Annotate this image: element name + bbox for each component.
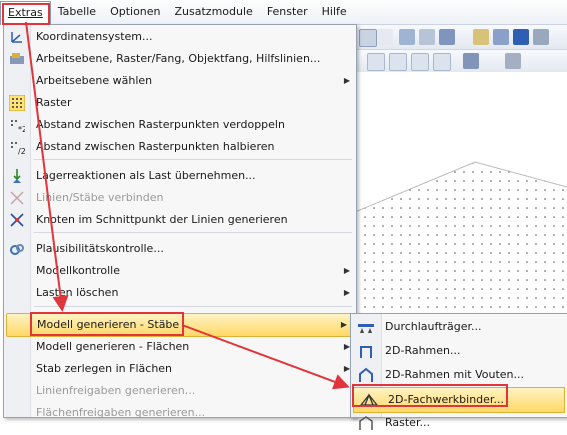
menu-item-lasten-loeschen[interactable]: Lasten löschen ▶ <box>4 282 356 304</box>
support-reactions-icon <box>13 169 21 183</box>
intersection-nodes-icon <box>10 213 24 227</box>
submenu-item-label: Raster... <box>385 416 430 429</box>
toolbar-snap-icon[interactable] <box>493 29 509 45</box>
menu-separator <box>34 159 352 160</box>
toolbar-xxx-icon[interactable] <box>377 29 393 45</box>
menu-item-label: Koordinatensystem... <box>36 30 153 43</box>
menu-item-label: Modell generieren - Stäbe <box>37 318 180 331</box>
menu-item-label: Lagerreaktionen als Last übernehmen... <box>36 169 256 182</box>
menu-item-linien-verbinden: Linien/Stäbe verbinden <box>4 187 356 209</box>
menu-item-stab-zerlegen[interactable]: Stab zerlegen in Flächen ▶ <box>4 358 356 380</box>
toolbar-row-2 <box>355 50 567 73</box>
submenu-item-label: 2D-Rahmen... <box>385 344 461 357</box>
submenu-item-durchlauftraeger[interactable]: Durchlaufträger... <box>351 315 567 339</box>
menu-item-label: Modell generieren - Flächen <box>36 340 190 353</box>
submenu-item-label: Durchlaufträger... <box>385 320 482 333</box>
menu-optionen[interactable]: Optionen <box>103 0 167 24</box>
continuous-beam-icon <box>358 324 374 333</box>
grid-icon <box>9 95 25 111</box>
toolbar-tool-icon[interactable] <box>359 29 377 47</box>
menu-item-label: Plausibilitätskontrolle... <box>36 242 164 255</box>
submenu-item-2d-fachwerkbinder[interactable]: 2D-Fachwerkbinder... <box>353 387 565 413</box>
view-x-icon[interactable] <box>367 53 385 71</box>
frame-haunch-icon <box>359 367 373 382</box>
menu-separator <box>34 306 352 307</box>
rotate-view-icon[interactable] <box>463 53 479 69</box>
menu-item-label: Raster <box>36 96 72 109</box>
menu-item-label: Arbeitsebene wählen <box>36 74 153 87</box>
submenu-item-label: 2D-Fachwerkbinder... <box>388 393 504 406</box>
menu-item-label: Abstand zwischen Rasterpunkten verdoppel… <box>36 118 285 131</box>
menu-item-arbeitsebene-waehlen[interactable]: Arbeitsebene wählen ▶ <box>4 70 356 92</box>
grid-structure-icon <box>359 416 373 430</box>
submenu-arrow-icon: ▶ <box>343 288 350 297</box>
frame-2d-icon <box>360 346 372 358</box>
menu-item-plausibilitaet[interactable]: Plausibilitätskontrolle... <box>4 238 356 260</box>
menu-item-arbeitsebene-raster[interactable]: Arbeitsebene, Raster/Fang, Objektfang, H… <box>4 48 356 70</box>
menu-item-label: Arbeitsebene, Raster/Fang, Objektfang, H… <box>36 52 321 65</box>
extras-menu: Koordinatensystem... Arbeitsebene, Raste… <box>3 24 357 419</box>
truss-icon <box>360 393 378 406</box>
toolbar-render-icon[interactable] <box>439 29 455 45</box>
submenu-item-label: 2D-Rahmen mit Vouten... <box>385 368 524 381</box>
toolbar-object-snap-icon[interactable] <box>513 29 529 45</box>
toolbar-workplane-icon[interactable] <box>533 29 549 45</box>
menu-item-label: Abstand zwischen Rasterpunkten halbieren <box>36 140 275 153</box>
view-y-icon[interactable] <box>389 53 407 71</box>
toolbar-grid-icon[interactable] <box>473 29 489 45</box>
svg-text:*2: *2 <box>18 125 25 133</box>
menu-item-raster[interactable]: Raster <box>4 92 356 114</box>
menu-tabelle[interactable]: Tabelle <box>51 0 103 24</box>
menu-fenster[interactable]: Fenster <box>260 0 315 24</box>
submenu-arrow-icon: ▶ <box>340 320 347 329</box>
menu-item-modell-generieren-flaechen[interactable]: Modell generieren - Flächen ▶ <box>4 336 356 358</box>
toolbar-view-icon[interactable] <box>399 29 415 45</box>
menu-item-modellkontrolle[interactable]: Modellkontrolle ▶ <box>4 260 356 282</box>
menu-item-linienfreigaben: Linienfreigaben generieren... <box>4 380 356 402</box>
submenu-item-raster[interactable]: Raster... <box>351 411 567 435</box>
menu-item-label: Lasten löschen <box>36 286 119 299</box>
plausibility-check-icon <box>10 244 24 255</box>
menu-item-lagerreaktionen[interactable]: Lagerreaktionen als Last übernehmen... <box>4 165 356 187</box>
submenu-item-2d-rahmen[interactable]: 2D-Rahmen... <box>351 339 567 363</box>
menu-item-label: Linienfreigaben generieren... <box>36 384 196 397</box>
toolbar-row-1 <box>355 25 567 50</box>
menubar: Extras Tabelle Optionen Zusatzmodule Fen… <box>0 0 567 25</box>
menu-item-raster-verdoppeln[interactable]: *2 Abstand zwischen Rasterpunkten verdop… <box>4 114 356 136</box>
work-plane-icon <box>10 53 24 64</box>
menu-item-label: Flächenfreigaben generieren... <box>36 406 206 419</box>
menu-separator <box>34 232 352 233</box>
menu-item-raster-halbieren[interactable]: /2 Abstand zwischen Rasterpunkten halbie… <box>4 136 356 158</box>
connect-lines-icon <box>10 191 24 205</box>
menu-item-label: Linien/Stäbe verbinden <box>36 191 164 204</box>
view-z-icon[interactable] <box>411 53 429 71</box>
grid-double-icon: *2 <box>11 120 25 133</box>
menu-item-knoten-schnittpunkt[interactable]: Knoten im Schnittpunkt der Linien generi… <box>4 209 356 231</box>
submenu-arrow-icon: ▶ <box>343 76 350 85</box>
menu-item-label: Modellkontrolle <box>36 264 120 277</box>
generate-members-submenu: Durchlaufträger... 2D-Rahmen... 2D-Rahme… <box>350 313 567 430</box>
menu-extras[interactable]: Extras <box>0 0 51 25</box>
menu-item-label: Knoten im Schnittpunkt der Linien generi… <box>36 213 288 226</box>
toolbar-table-icon[interactable] <box>419 29 435 45</box>
submenu-arrow-icon: ▶ <box>343 266 350 275</box>
menu-item-flaechenfreigaben: Flächenfreigaben generieren... <box>4 402 356 424</box>
menu-item-koordinatensystem[interactable]: Koordinatensystem... <box>4 26 356 48</box>
display-options-icon[interactable] <box>505 53 521 69</box>
coordinate-system-icon <box>11 32 22 43</box>
menu-hilfe[interactable]: Hilfe <box>315 0 354 24</box>
view-iso-icon[interactable] <box>433 53 451 71</box>
menu-zusatzmodule[interactable]: Zusatzmodule <box>168 0 260 24</box>
submenu-item-2d-rahmen-vouten[interactable]: 2D-Rahmen mit Vouten... <box>351 363 567 387</box>
menu-item-label: Stab zerlegen in Flächen <box>36 362 173 375</box>
svg-text:/2: /2 <box>18 147 25 155</box>
menu-item-modell-generieren-staebe[interactable]: Modell generieren - Stäbe ▶ <box>6 313 354 337</box>
grid-half-icon: /2 <box>11 142 25 155</box>
